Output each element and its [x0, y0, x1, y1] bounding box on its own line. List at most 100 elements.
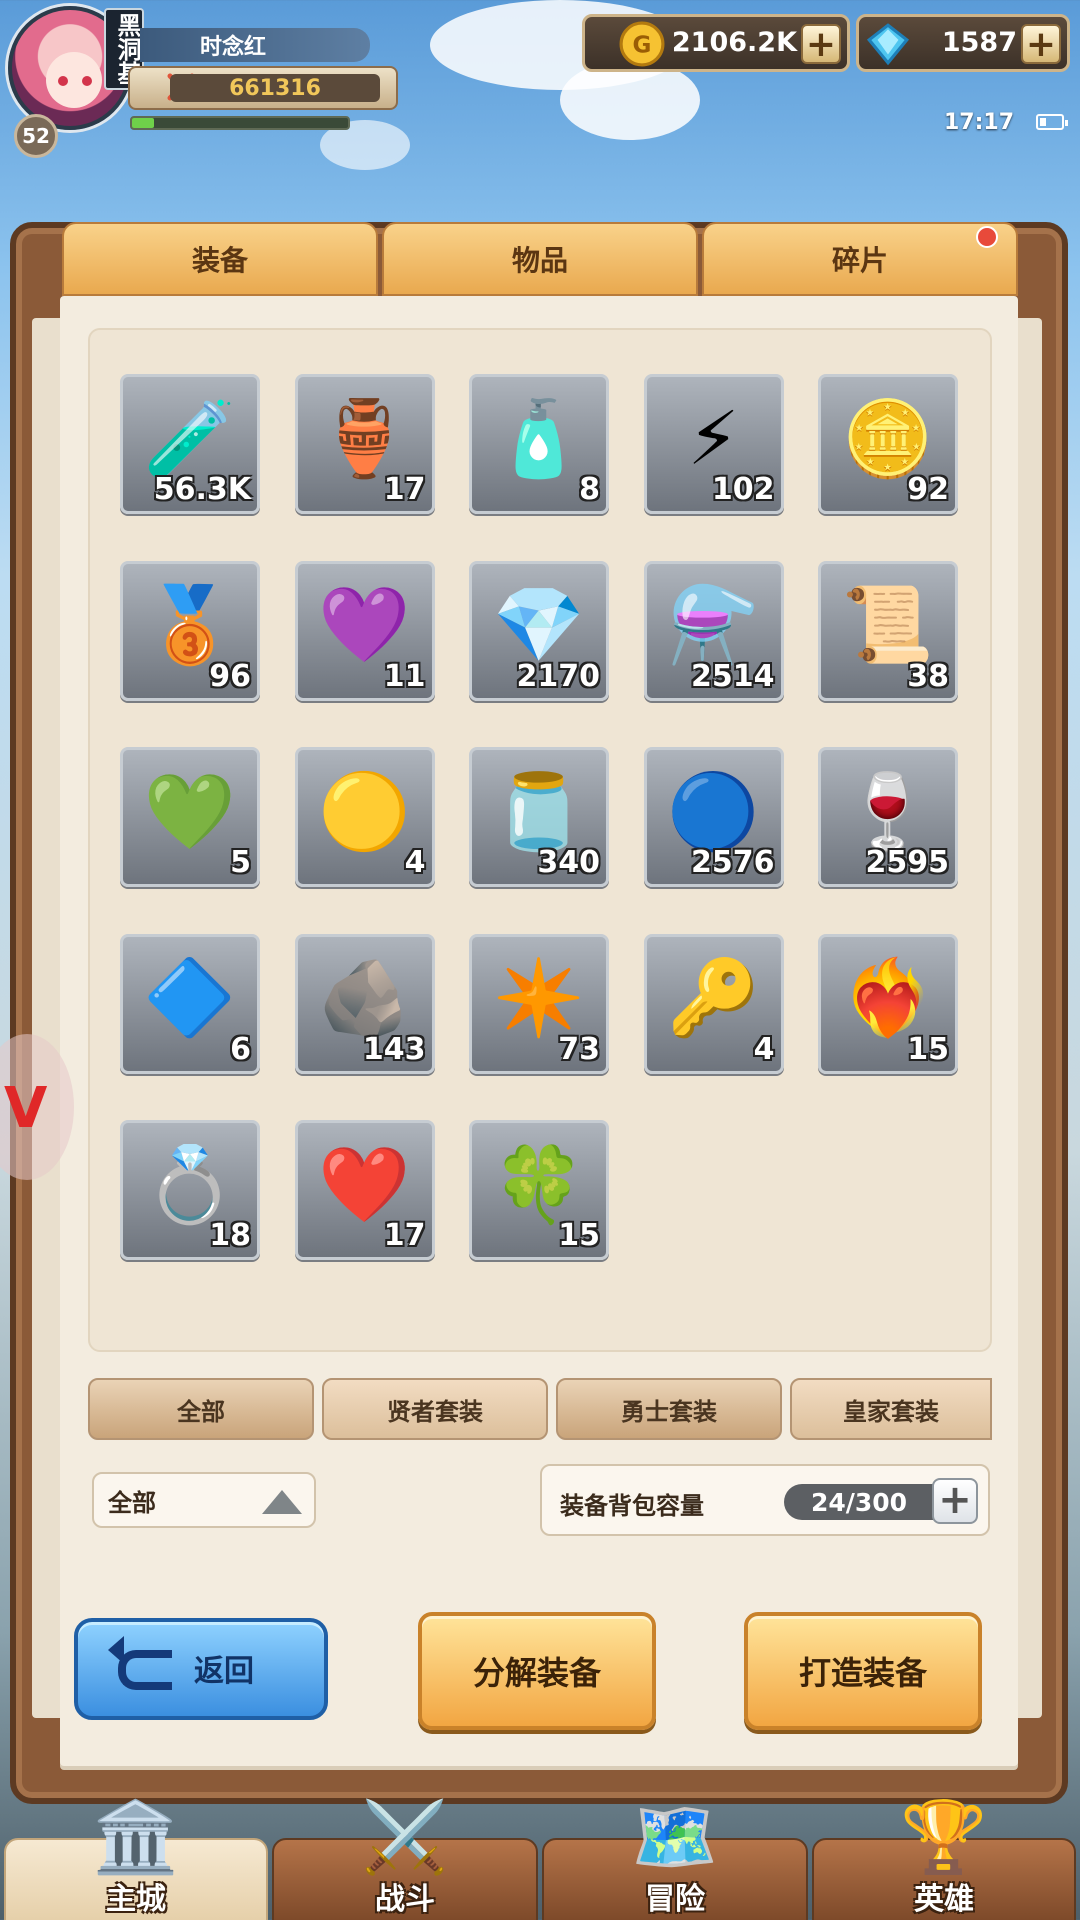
- item-count: 2595: [865, 845, 950, 880]
- silver-coin-icon: 🪙: [841, 395, 935, 482]
- item-slot[interactable]: ⚡ 102: [643, 374, 784, 514]
- dropdown-value: 全部: [108, 1488, 156, 1517]
- item-slot[interactable]: 💜 11: [294, 560, 435, 701]
- bottom-navigation: 🏛️ 主城 ⚔️ 战斗 🗺️ 冒险 🏆 英雄: [0, 1800, 1080, 1920]
- nav-main-city[interactable]: 🏛️ 主城: [4, 1802, 268, 1920]
- boot-gem-icon: 🔷: [143, 955, 237, 1042]
- item-slot[interactable]: 🍀 15: [469, 1120, 609, 1260]
- filter-all[interactable]: 全部: [88, 1378, 314, 1440]
- item-slot[interactable]: 📜 38: [818, 560, 958, 701]
- notification-dot: [976, 226, 998, 248]
- event-mark-icon: V: [4, 1076, 48, 1141]
- tab-fragments[interactable]: 碎片: [702, 222, 1018, 296]
- item-slot[interactable]: 💍 18: [120, 1120, 260, 1260]
- item-count: 4: [753, 1031, 775, 1067]
- nav-battle[interactable]: ⚔️ 战斗: [272, 1802, 538, 1920]
- back-button[interactable]: 返回: [74, 1618, 328, 1720]
- item-count: 340: [537, 845, 600, 880]
- lightning-rune-icon: ⚡: [687, 395, 740, 482]
- hero-crest-icon: 🏆: [900, 1796, 988, 1878]
- item-slot[interactable]: ✴️ 73: [469, 933, 609, 1074]
- item-count: 38: [907, 658, 949, 694]
- item-slot[interactable]: ❤️‍🔥 15: [818, 933, 958, 1074]
- item-slot[interactable]: 🪙 92: [818, 374, 958, 514]
- gem-currency: 1587 +: [856, 14, 1070, 72]
- nav-heroes[interactable]: 🏆 英雄: [812, 1802, 1076, 1920]
- item-slot[interactable]: 🟡 4: [294, 747, 435, 887]
- item-slot[interactable]: 🔷 6: [120, 933, 260, 1074]
- item-count: 11: [383, 658, 426, 694]
- castle-gate-icon: 🏛️: [92, 1796, 180, 1878]
- red-sword-gem-icon: ❤️‍🔥: [841, 955, 935, 1042]
- item-count: 73: [558, 1031, 600, 1067]
- four-leaf-clover-icon: 🍀: [492, 1141, 586, 1228]
- item-slot[interactable]: 🔵 2576: [643, 747, 784, 887]
- red-potion-icon: 🍷: [841, 768, 935, 855]
- tab-equipment[interactable]: 装备: [62, 222, 378, 296]
- item-count: 2576: [691, 845, 775, 880]
- forge-equipment-button[interactable]: 打造装备: [744, 1612, 982, 1730]
- green-glove-gem-icon: 💚: [143, 768, 237, 855]
- nav-label: 冒险: [645, 1882, 705, 1917]
- player-name-bar: 时念红: [140, 28, 370, 62]
- item-count: 15: [558, 1218, 600, 1253]
- item-slot[interactable]: 🧴 8: [469, 374, 609, 514]
- nav-adventure[interactable]: 🗺️ 冒险: [542, 1802, 808, 1920]
- return-arrow-icon: [108, 1636, 172, 1690]
- item-slot[interactable]: ⚗️ 2514: [643, 560, 784, 701]
- item-count: 56.3K: [153, 472, 251, 507]
- diamond-icon: [866, 23, 910, 66]
- item-slot[interactable]: 🔑 4: [643, 933, 784, 1074]
- red-star-shard-icon: ✴️: [492, 955, 586, 1042]
- nav-label: 英雄: [914, 1882, 974, 1917]
- gem-amount: 1587: [941, 27, 1017, 58]
- item-slot[interactable]: 🥉 96: [120, 560, 260, 701]
- gold-armor-gem-icon: 🟡: [318, 768, 411, 855]
- helmet-scroll-icon: 📜: [841, 582, 935, 669]
- item-slot[interactable]: 💚 5: [120, 747, 260, 887]
- item-count: 15: [907, 1031, 949, 1067]
- tab-items[interactable]: 物品: [382, 222, 698, 296]
- category-dropdown[interactable]: 全部: [92, 1472, 316, 1528]
- clock-time: 17:17: [944, 110, 1015, 135]
- purple-flask-icon: ⚗️: [667, 582, 760, 669]
- item-slot[interactable]: 🪨 143: [294, 933, 435, 1074]
- blue-ring-gem-icon: 💍: [143, 1141, 237, 1228]
- item-slot[interactable]: ❤️ 17: [294, 1120, 435, 1260]
- add-gems-button[interactable]: +: [1021, 24, 1061, 64]
- add-gold-button[interactable]: +: [801, 24, 841, 64]
- item-slot[interactable]: 🧪 56.3K: [120, 374, 260, 514]
- svg-text:G: G: [633, 32, 652, 58]
- gold-coin-icon: G: [619, 21, 665, 67]
- avatar-face: [46, 52, 102, 108]
- nav-label: 主城: [106, 1882, 166, 1917]
- avatar-eye: [58, 76, 68, 86]
- blue-crystals-icon: 💎: [492, 582, 586, 669]
- expand-capacity-button[interactable]: +: [932, 1478, 978, 1524]
- item-slot[interactable]: 🏺 17: [294, 374, 435, 514]
- filter-sage-set[interactable]: 贤者套装: [322, 1378, 548, 1440]
- item-slot[interactable]: 💎 2170: [469, 560, 609, 701]
- item-slot[interactable]: 🍷 2595: [818, 747, 958, 887]
- gold-currency: G 2106.2K +: [582, 14, 850, 72]
- blue-amphora-icon: 🏺: [318, 395, 411, 482]
- gold-amount: 2106.2K: [671, 27, 797, 58]
- ore-rock-icon: 🪨: [318, 955, 411, 1042]
- item-count: 102: [711, 472, 775, 507]
- combat-power-value: 661316: [170, 74, 380, 102]
- filter-royal-set[interactable]: 皇家套装: [790, 1378, 992, 1440]
- item-count: 2514: [691, 658, 775, 694]
- decompose-equipment-button[interactable]: 分解装备: [418, 1612, 656, 1730]
- experience-bar: [130, 116, 350, 130]
- cloud-decoration: [560, 60, 700, 140]
- map-scroll-icon: 🗺️: [631, 1796, 719, 1878]
- item-slot[interactable]: 🫙 340: [469, 747, 609, 887]
- bronze-sword-medal-icon: 🥉: [143, 582, 237, 669]
- bag-capacity-value: 24/300: [784, 1484, 954, 1520]
- filter-warrior-set[interactable]: 勇士套装: [556, 1378, 782, 1440]
- back-button-label: 返回: [194, 1654, 254, 1689]
- item-count: 143: [362, 1031, 426, 1067]
- crossed-swords-icon: ⚔️: [361, 1796, 449, 1878]
- green-potion-icon: 🧪: [143, 395, 237, 482]
- item-count: 17: [383, 472, 426, 507]
